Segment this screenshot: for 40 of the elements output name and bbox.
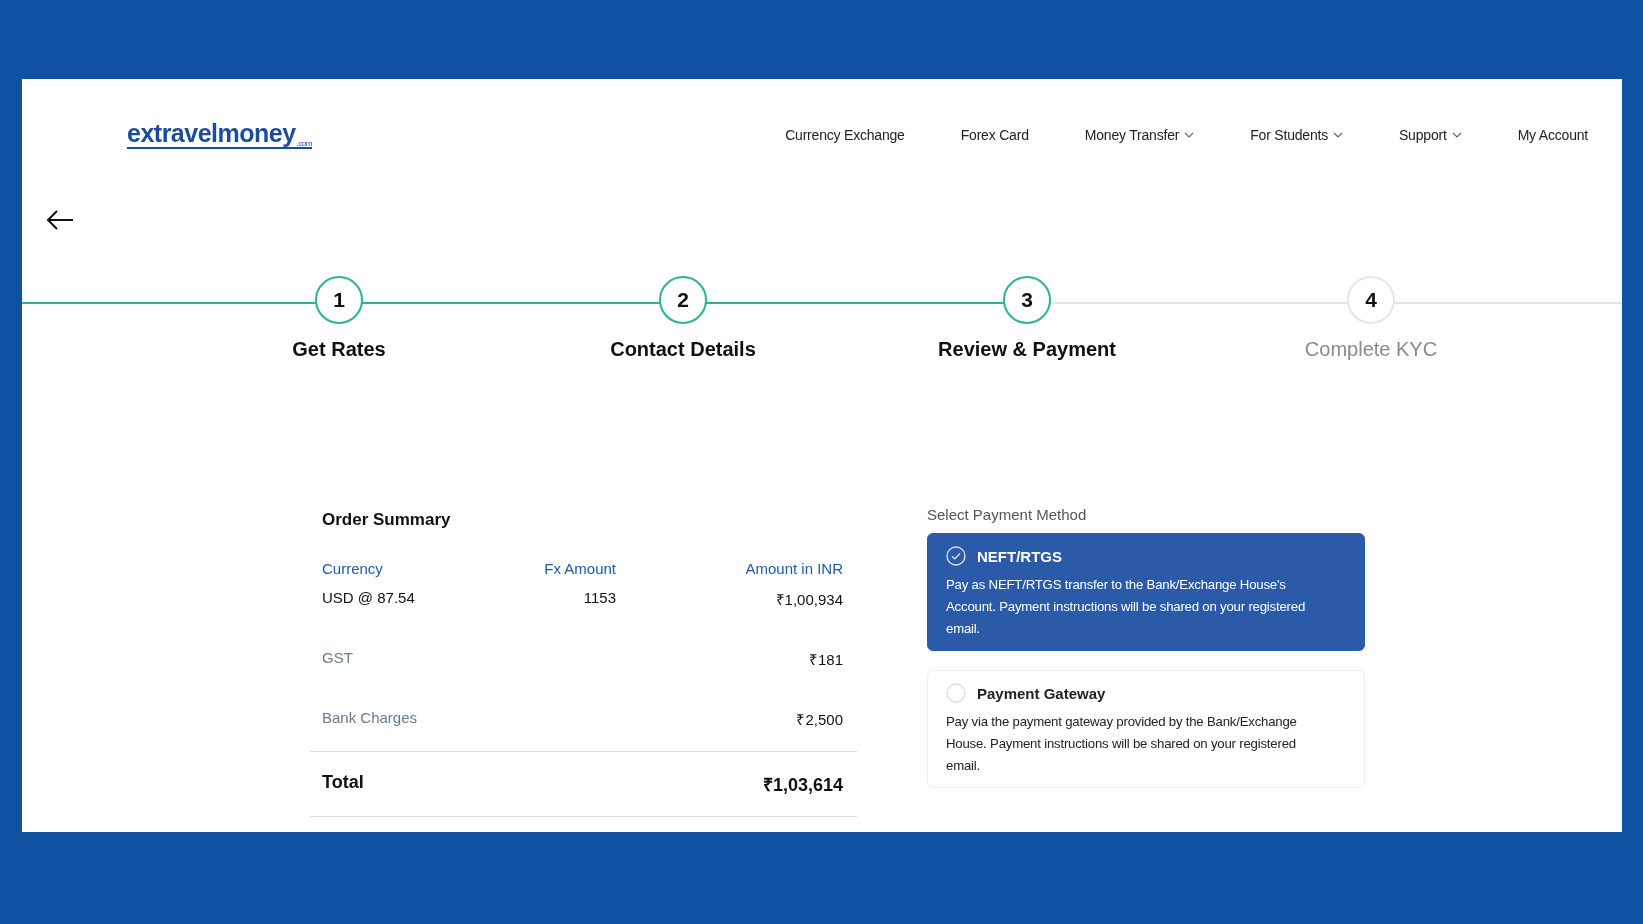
option-title: Payment Gateway	[977, 684, 1106, 702]
total-label: Total	[322, 772, 364, 794]
step-number: 1	[315, 276, 363, 324]
chevron-down-icon	[1333, 130, 1343, 140]
charge-amount: ₹2,500	[795, 710, 843, 729]
column-header: Amount in INR	[744, 560, 843, 577]
payment-option-card[interactable]: Payment Gateway Pay via the payment gateway provided by the Bank/Exchange House. Payment instructions will be shared on your registered email.	[927, 670, 1365, 788]
nav-link[interactable]: Forex Card	[960, 127, 1029, 143]
column-header: Currency	[322, 560, 384, 577]
total-amount: ₹1,03,614	[762, 774, 843, 796]
nav-link[interactable]: Money Transfer	[1084, 127, 1195, 143]
nav-link[interactable]: For Students	[1250, 127, 1343, 143]
table-cell-text: USD @ 87.54	[322, 589, 416, 608]
step-label: Contact Details	[610, 338, 756, 361]
nav-link[interactable]: Support	[1399, 127, 1462, 143]
step-label: Review & Payment	[938, 338, 1116, 361]
option-description: Pay as NEFT/RTGS transfer to the Bank/Exchange House's Account. Payment instructions will be shared on your registered email.	[946, 576, 1307, 638]
section-title: Order Summary	[322, 510, 452, 530]
nav-link[interactable]: My Account	[1517, 127, 1588, 143]
step-label: Get Rates	[292, 338, 386, 361]
option-description: Pay via the payment gateway provided by the Bank/Exchange House. Payment instructions will be shared on your registered email.	[946, 713, 1298, 775]
option-title: NEFT/RTGS	[977, 547, 1062, 565]
back-arrow-icon[interactable]	[46, 209, 74, 231]
charge-label: GST	[322, 649, 354, 668]
nav-link[interactable]: Currency Exchange	[785, 127, 905, 143]
step-number: 4	[1347, 276, 1395, 324]
table-cell-text: ₹1,00,934	[774, 590, 843, 609]
charge-label: Bank Charges	[322, 709, 419, 728]
step-number: 2	[659, 276, 707, 324]
chevron-down-icon	[1184, 130, 1195, 140]
column-header: Fx Amount	[543, 560, 616, 577]
chevron-down-icon	[1451, 130, 1462, 140]
charge-amount: ₹181	[807, 650, 843, 669]
step-number: 3	[1003, 276, 1051, 324]
table-cell-text: 1153	[582, 589, 616, 608]
section-title: Select Payment Method	[927, 506, 1088, 523]
step-label: Complete KYC	[1304, 338, 1438, 361]
check-circle-icon[interactable]	[946, 546, 966, 566]
radio-circle-icon[interactable]	[946, 683, 966, 703]
payment-option-card[interactable]: NEFT/RTGS Pay as NEFT/RTGS transfer to the Bank/Exchange House's Account. Payment instructions will be shared on your registered email.	[927, 533, 1365, 651]
